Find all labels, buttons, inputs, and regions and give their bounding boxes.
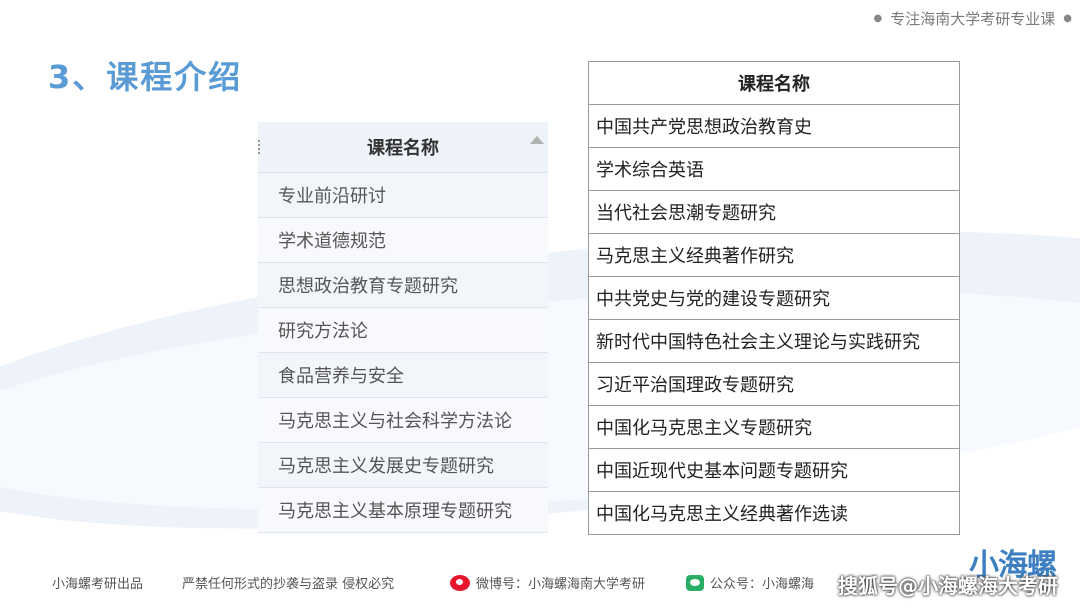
table-row: 研究方法论	[258, 308, 548, 353]
left-table-header: 课程名称	[258, 122, 548, 173]
table-row: 中国化马克思主义经典著作选读	[596, 504, 848, 525]
table-row: 习近平治国理政专题研究	[589, 363, 959, 406]
footer-wechat-text: 公众号：小海螺海	[710, 577, 815, 592]
footer-weibo: 微博号：小海螺海南大学考研	[450, 573, 645, 592]
table-row: 专业前沿研讨	[258, 173, 548, 218]
table-row: 学术综合英语	[589, 148, 959, 191]
table-row: 马克思主义发展史专题研究	[258, 443, 548, 488]
table-row: 中国近现代史基本问题专题研究	[589, 449, 959, 492]
table-row: 思想政治教育专题研究	[258, 263, 548, 308]
weibo-icon	[450, 574, 470, 591]
table-row: 马克思主义与社会科学方法论	[258, 398, 548, 443]
table-row: 中共党史与党的建设专题研究	[589, 277, 959, 320]
table-row: 新时代中国特色社会主义理论与实践研究	[589, 320, 959, 363]
footer-producer: 小海螺考研出品	[52, 577, 144, 592]
footer-copyright: 严禁任何形式的抄袭与盗录 侵权必究	[182, 577, 395, 592]
table-row: 学术道德规范	[258, 218, 548, 263]
footer-wechat: 公众号：小海螺海	[686, 573, 814, 592]
table-row: 当代社会思潮专题研究	[589, 191, 959, 234]
header-tag-text: 专注海南大学考研专业课	[890, 10, 1056, 28]
table-row: 中国共产党思想政治教育史	[589, 105, 959, 148]
table-row: 食品营养与安全	[258, 353, 548, 398]
left-table-body: 专业前沿研讨 学术道德规范 思想政治教育专题研究 研究方法论 食品营养与安全 马…	[258, 173, 548, 533]
sort-up-icon	[530, 136, 544, 144]
footer-weibo-text: 微博号：小海螺海南大学考研	[476, 577, 646, 592]
wechat-icon	[686, 574, 704, 591]
table-row: 马克思主义基本原理专题研究	[258, 488, 548, 533]
table-row: 马克思主义经典著作研究	[589, 234, 959, 277]
bullet-dot-icon: ●	[1063, 13, 1072, 24]
right-table-header: 课程名称	[589, 62, 959, 105]
table-row: 中国化马克思主义专题研究	[589, 406, 959, 449]
left-table-header-label: 课程名称	[367, 138, 439, 159]
right-course-table: 课程名称 中国共产党思想政治教育史 学术综合英语 当代社会思潮专题研究 马克思主…	[588, 61, 960, 535]
column-resize-handle	[258, 140, 262, 154]
page-title: 3、课程介绍	[48, 58, 243, 96]
header-tagline: ● 专注海南大学考研专业课 ●	[874, 8, 1072, 29]
watermark: 搜狐号@小海螺海大考研	[838, 574, 1058, 598]
left-course-table: 课程名称 专业前沿研讨 学术道德规范 思想政治教育专题研究 研究方法论 食品营养…	[258, 122, 548, 533]
bullet-dot-icon: ●	[873, 13, 883, 24]
